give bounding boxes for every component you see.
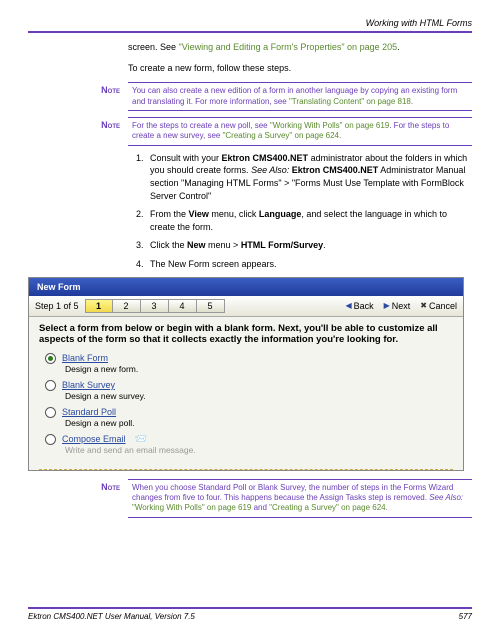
option-desc: Design a new poll. [65, 418, 453, 428]
option-standard-poll[interactable]: Standard Poll Design a new poll. [45, 407, 453, 428]
note-poll-survey: Note For the steps to create a new poll,… [28, 117, 472, 146]
screenshot-cutoff-line [39, 469, 453, 470]
link-working-with-polls-2[interactable]: "Working With Polls" on page 619 [132, 503, 251, 512]
step-2: From the View menu, click Language, and … [146, 208, 472, 233]
note-translate: Note You can also create a new edition o… [28, 82, 472, 111]
radio-standard-poll[interactable] [45, 407, 56, 418]
intro-line1: screen. See "Viewing and Editing a Form'… [128, 41, 472, 54]
step-tab-1[interactable]: 1 [85, 299, 113, 313]
step-tab-2[interactable]: 2 [113, 299, 141, 313]
arrow-left-icon [345, 301, 351, 310]
step-1: Consult with your Ektron CMS400.NET admi… [146, 152, 472, 202]
note-label: Note [28, 82, 120, 111]
option-label: Compose Email [62, 434, 126, 444]
dialog-title: New Form [29, 278, 463, 296]
step-tab-3[interactable]: 3 [141, 299, 169, 313]
step-4: The New Form screen appears. [146, 258, 472, 271]
footer-rule [28, 607, 472, 609]
option-label: Standard Poll [62, 407, 116, 417]
step-3: Click the New menu > HTML Form/Survey. [146, 239, 472, 252]
note-label: Note [28, 117, 120, 146]
dialog-lead-text: Select a form from below or begin with a… [39, 323, 453, 345]
link-translating-content[interactable]: "Translating Content" on page 818 [289, 97, 411, 106]
note-wizard-steps-body: When you choose Standard Poll or Blank S… [128, 479, 472, 518]
option-label: Blank Survey [62, 380, 115, 390]
steps-list: Consult with your Ektron CMS400.NET admi… [146, 152, 472, 271]
note-poll-survey-body: For the steps to create a new poll, see … [128, 117, 472, 146]
mail-icon [132, 434, 147, 445]
intro-line2: To create a new form, follow these steps… [128, 62, 472, 75]
cancel-button[interactable]: Cancel [420, 301, 457, 311]
link-creating-a-survey[interactable]: "Creating a Survey" on page 624 [223, 131, 339, 140]
radio-blank-form[interactable] [45, 353, 56, 364]
new-form-dialog: New Form Step 1 of 5 1 2 3 4 5 Back Next… [28, 277, 464, 471]
option-blank-survey[interactable]: Blank Survey Design a new survey. [45, 380, 453, 401]
cancel-icon [420, 301, 427, 310]
page-footer: Ektron CMS400.NET User Manual, Version 7… [28, 607, 472, 621]
note-translate-body: You can also create a new edition of a f… [128, 82, 472, 111]
note-wizard-steps: Note When you choose Standard Poll or Bl… [28, 479, 472, 518]
page-header-title: Working with HTML Forms [28, 18, 472, 28]
next-button[interactable]: Next [384, 301, 411, 311]
link-creating-a-survey-2[interactable]: "Creating a Survey" on page 624 [269, 503, 385, 512]
radio-compose-email[interactable] [45, 434, 56, 445]
radio-blank-survey[interactable] [45, 380, 56, 391]
step-indicator: Step 1 of 5 [35, 301, 79, 311]
option-compose-email[interactable]: Compose Email Write and send an email me… [45, 434, 453, 455]
option-desc: Write and send an email message. [65, 445, 453, 455]
wizard-step-bar: Step 1 of 5 1 2 3 4 5 Back Next Cancel [29, 296, 463, 317]
footer-page-number: 577 [459, 612, 472, 621]
step-tab-5[interactable]: 5 [197, 299, 225, 313]
header-rule [28, 31, 472, 33]
option-desc: Design a new form. [65, 364, 453, 374]
back-button[interactable]: Back [345, 301, 373, 311]
option-desc: Design a new survey. [65, 391, 453, 401]
note-label: Note [28, 479, 120, 518]
arrow-right-icon [384, 301, 390, 310]
link-working-with-polls[interactable]: "Working With Polls" on page 619 [270, 121, 389, 130]
step-tabs: 1 2 3 4 5 [85, 299, 225, 313]
footer-manual-title: Ektron CMS400.NET User Manual, Version 7… [28, 612, 195, 621]
link-view-edit-properties[interactable]: "Viewing and Editing a Form's Properties… [179, 42, 398, 52]
option-blank-form[interactable]: Blank Form Design a new form. [45, 353, 453, 374]
step-tab-4[interactable]: 4 [169, 299, 197, 313]
option-label: Blank Form [62, 353, 108, 363]
